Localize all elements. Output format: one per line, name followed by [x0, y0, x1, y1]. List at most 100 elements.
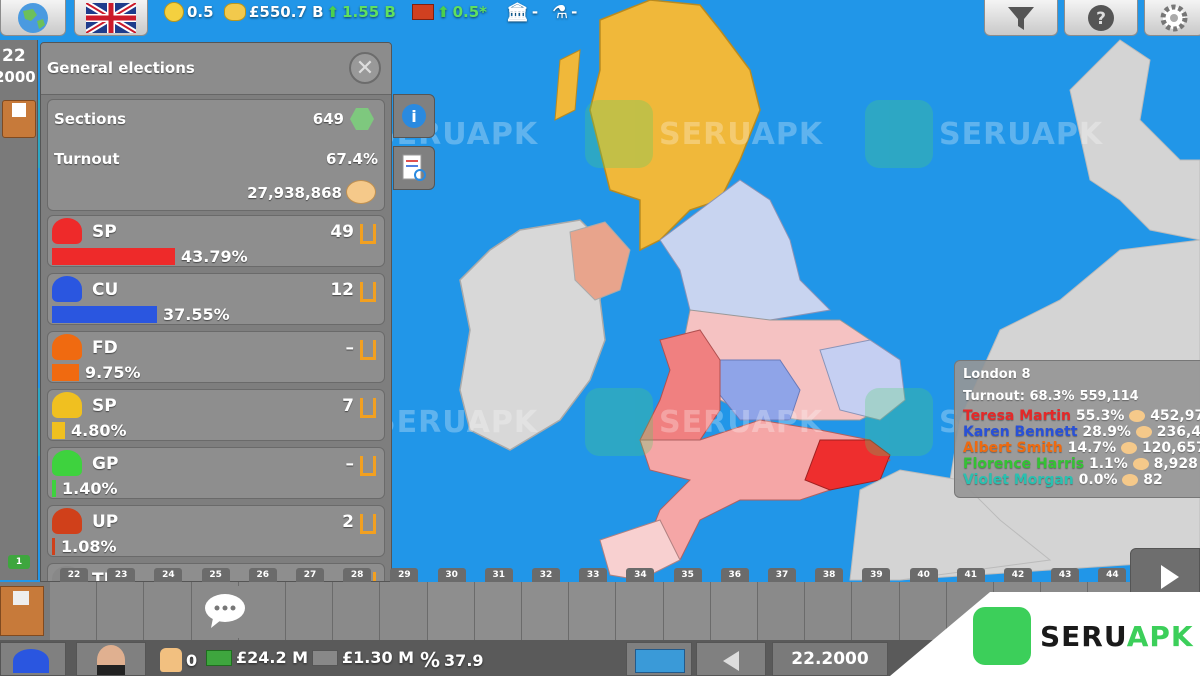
chat-button[interactable] [196, 586, 254, 638]
chevron-left-icon [723, 651, 739, 671]
tooltip-turnout-votes: 559,114 [1079, 389, 1139, 404]
gear-icon [1160, 4, 1188, 31]
turnout-label: Turnout [54, 150, 120, 168]
turnout-votes: 27,938,868 [247, 184, 342, 202]
hexagon-icon [350, 108, 374, 130]
candidate-pct: 14.7% [1067, 440, 1117, 456]
candidate-pct: 1.1% [1089, 456, 1128, 472]
panel-title: General elections [47, 59, 195, 77]
party-vote-bar [52, 538, 55, 555]
party-vote-bar [52, 248, 175, 265]
world-map-button[interactable] [626, 642, 692, 676]
avatar [97, 645, 125, 675]
hand-value: 0 [186, 650, 198, 670]
party-seats: – [345, 338, 355, 358]
leader-button[interactable] [76, 642, 146, 676]
cash-stat[interactable]: £24.2 M [206, 648, 308, 667]
timeline-cell[interactable] [852, 582, 900, 640]
arrow-up-icon: ⬆ [437, 3, 450, 21]
timeline-cell[interactable] [50, 582, 98, 640]
party-row[interactable]: FD – 9.75% [47, 331, 385, 383]
timeline-cell[interactable] [333, 582, 381, 640]
timeline-label: 44 [1098, 568, 1127, 582]
info-button[interactable]: i [393, 94, 435, 138]
institutions-stat[interactable]: 🏛 - [506, 2, 539, 23]
hand-stat[interactable]: 0 [160, 648, 197, 672]
population-button[interactable] [0, 642, 66, 676]
timeline-cell[interactable] [380, 582, 428, 640]
timeline-label: 30 [437, 568, 466, 582]
party-name: FD [92, 338, 118, 358]
party-seats: – [345, 454, 355, 474]
party-row[interactable]: SP 49 43.79% [47, 215, 385, 267]
candidate-row: Karen Bennett 28.9% 236,48 [963, 424, 1200, 440]
percent-icon: % [420, 648, 441, 672]
report-button[interactable] [393, 146, 435, 190]
ballot-box-button[interactable] [0, 586, 44, 636]
institutions-value: - [531, 3, 539, 21]
timeline-cell[interactable] [899, 582, 947, 640]
date-display[interactable]: 22.2000 [772, 642, 888, 676]
timeline-cell[interactable] [758, 582, 806, 640]
close-button[interactable]: ✕ [349, 52, 381, 84]
party-name: GP [92, 454, 119, 474]
timeline-label: 40 [909, 568, 938, 582]
cash2-stat[interactable]: £1.30 M [312, 648, 414, 667]
chair-icon [360, 282, 376, 302]
ballot-box-icon[interactable] [2, 100, 36, 138]
crowd-icon [1129, 410, 1146, 422]
timeline-cell[interactable] [144, 582, 192, 640]
filter-button[interactable] [984, 0, 1058, 36]
country-flag-button[interactable] [74, 0, 148, 36]
timeline-cell[interactable] [286, 582, 334, 640]
industry-stat[interactable]: ⬆ 0.5* [412, 2, 487, 22]
party-row[interactable]: GP – 1.40% [47, 447, 385, 499]
candidate-name: Karen Bennett [963, 424, 1078, 440]
party-vote-pct: 43.79% [181, 247, 248, 266]
candidate-pct: 28.9% [1082, 424, 1131, 440]
timeline-cell[interactable] [522, 582, 570, 640]
party-vote-bar [52, 422, 65, 439]
sections-value: 649 [312, 110, 344, 128]
timeline-cell[interactable] [97, 582, 145, 640]
happiness-stat[interactable]: 0.5 [164, 2, 214, 22]
timeline-cell[interactable] [474, 582, 522, 640]
candidate-name: Teresa Martin [963, 408, 1071, 424]
party-seats: 12 [330, 280, 354, 300]
industry-change-value: 0.5* [452, 3, 487, 21]
people-icon [13, 649, 49, 673]
party-row[interactable]: SP 7 4.80% [47, 389, 385, 441]
year-label: 2000 [0, 68, 36, 86]
back-button[interactable] [696, 642, 766, 676]
timeline-label: 28 [343, 568, 372, 582]
budget-stat[interactable]: £550.7 B ⬆ 1.55 B [224, 2, 396, 22]
android-logo-icon [973, 607, 1031, 665]
timeline-cell[interactable] [427, 582, 475, 640]
day-label: 22 [2, 46, 26, 66]
party-people-icon [52, 392, 82, 418]
percent-stat[interactable]: % 37.9 [420, 648, 484, 672]
party-row[interactable]: CU 12 37.55% [47, 273, 385, 325]
settings-button[interactable] [1144, 0, 1200, 36]
candidate-votes: 8,928 [1153, 456, 1198, 472]
candidate-row: Violet Morgan 0.0% 82 [963, 472, 1195, 488]
timeline-cell[interactable] [616, 582, 664, 640]
party-row[interactable]: UP 2 1.08% [47, 505, 385, 557]
timeline-label: 24 [154, 568, 183, 582]
candidate-name: Albert Smith [963, 440, 1063, 456]
candidate-row: Florence Harris 1.1% 8,928 [963, 456, 1198, 472]
research-stat[interactable]: ⚗ - [552, 2, 577, 23]
party-vote-bar [52, 364, 79, 381]
timeline-cell[interactable] [569, 582, 617, 640]
timeline-cell[interactable] [710, 582, 758, 640]
funnel-icon [1008, 6, 1034, 30]
globe-button[interactable] [0, 0, 66, 36]
party-name: CU [92, 280, 119, 300]
help-button[interactable]: ? [1064, 0, 1138, 36]
timeline-cell[interactable] [805, 582, 853, 640]
timeline-cell[interactable] [663, 582, 711, 640]
party-people-icon [52, 276, 82, 302]
crowd-icon [1132, 458, 1149, 470]
tooltip-title: London 8 [963, 367, 1031, 382]
timeline-label: 35 [673, 568, 702, 582]
